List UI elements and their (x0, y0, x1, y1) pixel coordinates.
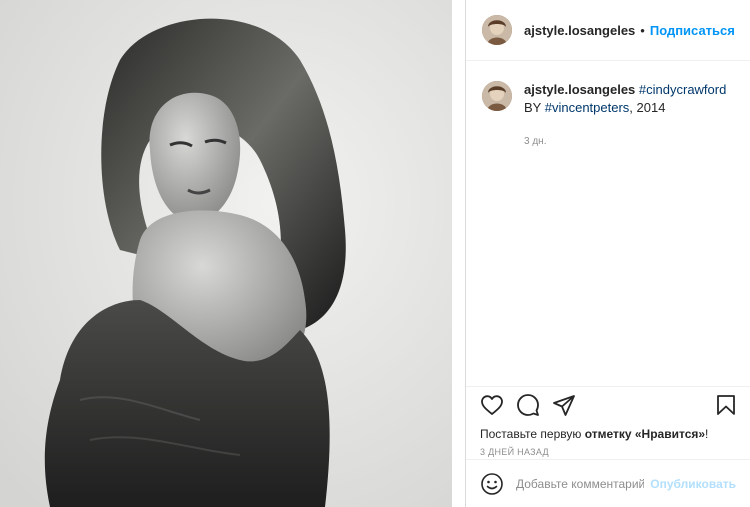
heart-icon[interactable] (480, 393, 504, 417)
save-icon[interactable] (714, 393, 738, 417)
comment-icon[interactable] (516, 393, 540, 417)
hashtag-link[interactable]: #vincentpeters (545, 100, 630, 115)
likes-prefix: Поставьте первую (480, 427, 585, 441)
caption-text: ajstyle.losangeles #cindycrawford BY #vi… (524, 81, 738, 117)
header-dot-separator: • (640, 22, 645, 38)
caption-text-block: ajstyle.losangeles #cindycrawford BY #vi… (524, 81, 738, 151)
emoji-icon[interactable] (480, 472, 504, 496)
caption-by-text: BY (524, 100, 542, 115)
post-photo[interactable] (0, 0, 465, 507)
caption-year-text: , 2014 (629, 100, 666, 115)
comment-form: Опубликовать (466, 459, 750, 507)
post-timestamp[interactable]: 3 ДНЕЙ НАЗАД (466, 441, 750, 457)
share-icon[interactable] (552, 393, 576, 417)
caption-username-link[interactable]: ajstyle.losangeles (524, 82, 635, 97)
publish-button[interactable]: Опубликовать (650, 477, 736, 491)
likes-prompt: Поставьте первую отметку «Нравится»! (466, 423, 750, 441)
like-link[interactable]: отметку «Нравится» (585, 427, 705, 441)
caption-avatar-image (482, 81, 512, 111)
post-image (0, 0, 465, 507)
avatar-image (482, 15, 512, 45)
action-bar (466, 387, 750, 423)
likes-suffix: ! (705, 427, 709, 441)
caption-timestamp[interactable]: 3 дн. (524, 133, 738, 151)
post-side-panel: ajstyle.losangeles • Подписаться ajstyle… (465, 0, 750, 507)
caption-avatar[interactable] (482, 81, 512, 111)
caption-section: ajstyle.losangeles #cindycrawford BY #vi… (466, 61, 750, 387)
header-username-link[interactable]: ajstyle.losangeles (524, 23, 635, 38)
post-header: ajstyle.losangeles • Подписаться (466, 0, 750, 61)
hashtag-link[interactable]: #cindycrawford (639, 82, 726, 97)
follow-button[interactable]: Подписаться (650, 23, 735, 38)
comment-input[interactable] (514, 475, 647, 492)
avatar[interactable] (482, 15, 512, 45)
